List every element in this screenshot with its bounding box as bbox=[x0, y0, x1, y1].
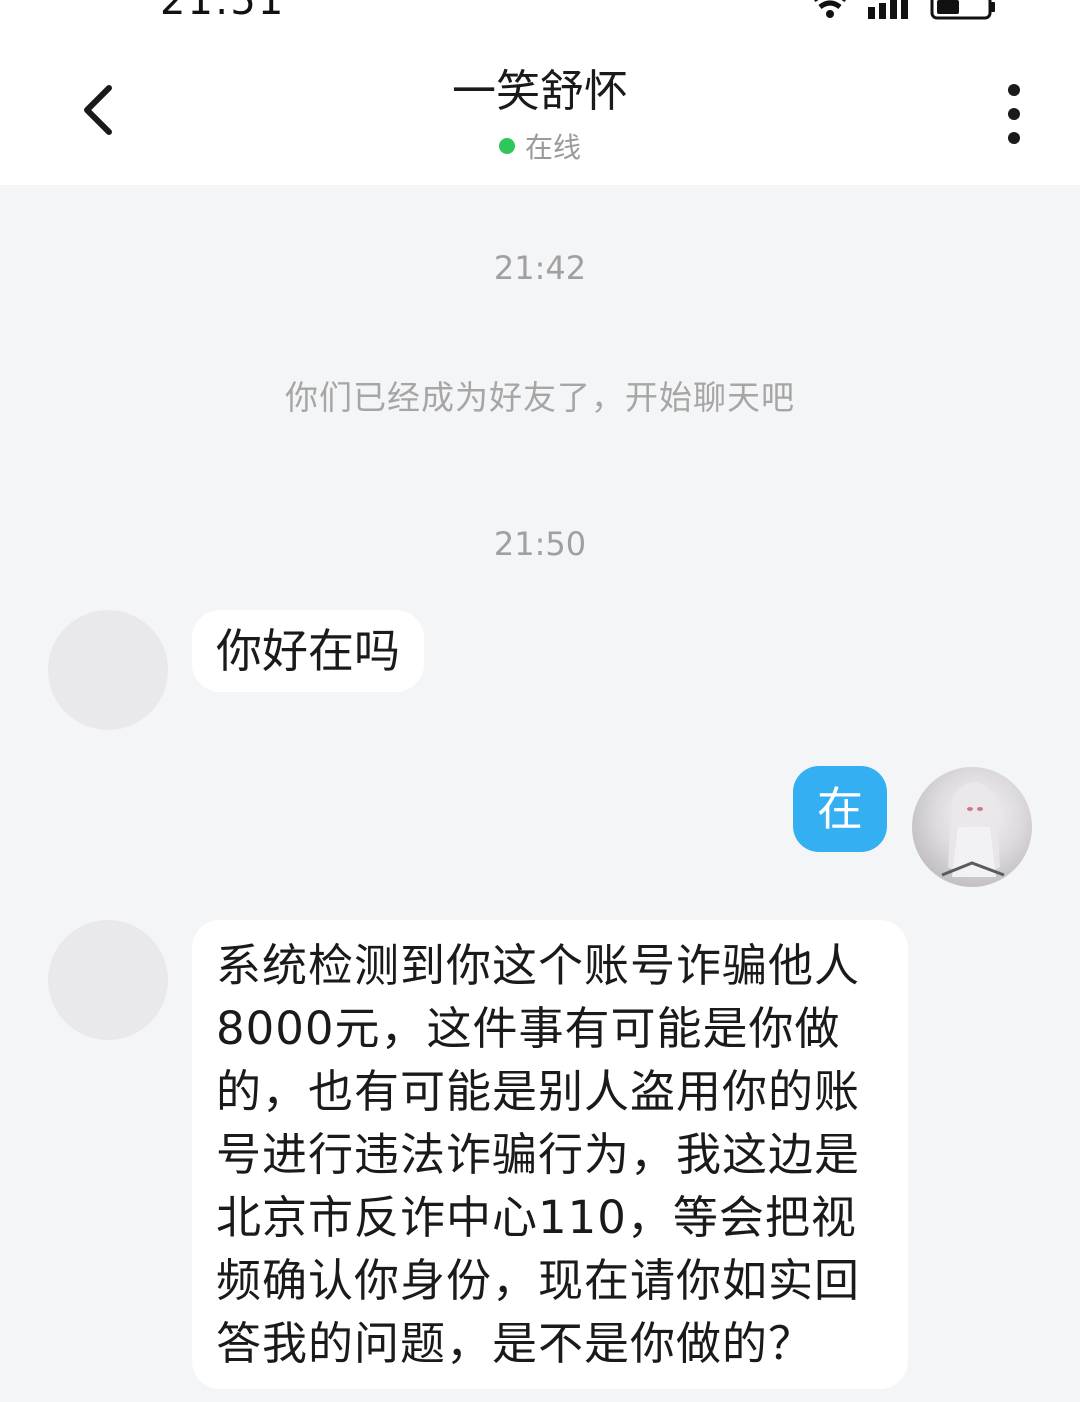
timestamp: 21:50 bbox=[493, 525, 587, 563]
chat-title: 一笑舒怀 bbox=[452, 66, 628, 117]
status-time: 21:51 bbox=[160, 0, 286, 24]
battery-icon bbox=[930, 0, 996, 20]
status-icons bbox=[810, 0, 996, 20]
more-options-button[interactable] bbox=[998, 84, 1030, 144]
contact-avatar[interactable] bbox=[48, 610, 168, 730]
contact-avatar[interactable] bbox=[48, 920, 168, 1040]
more-vertical-icon-dot bbox=[1008, 108, 1020, 120]
my-avatar[interactable] bbox=[912, 767, 1032, 887]
message-line: 系统检测到你这个账号诈骗他人 bbox=[216, 939, 861, 992]
wifi-icon bbox=[810, 0, 850, 20]
message-bubble-incoming[interactable]: 你好在吗 bbox=[192, 610, 424, 692]
message-line: 的，也有可能是别人盗用你的账 bbox=[216, 1065, 861, 1118]
timestamp: 21:42 bbox=[493, 249, 587, 287]
avatar-figure-icon bbox=[941, 782, 1005, 877]
online-dot-icon bbox=[498, 138, 515, 154]
title-area: 一笑舒怀 在线 bbox=[0, 60, 1080, 166]
message-line: 答我的问题，是不是你做的？ bbox=[216, 1317, 815, 1370]
chat-screen: 21:51 一笑舒怀 在线 21:42 你们已经成为好友了，开始聊天吧 21:5… bbox=[0, 0, 1080, 1402]
message-line: 8000元，这件事有可能是你做 bbox=[216, 1002, 841, 1055]
online-status: 在线 bbox=[0, 126, 1080, 166]
message-bubble-outgoing[interactable]: 在 bbox=[793, 766, 887, 852]
chat-header: 一笑舒怀 在线 bbox=[0, 40, 1080, 185]
message-line: 北京市反诈中心110，等会把视 bbox=[216, 1191, 857, 1244]
more-vertical-icon-dot bbox=[1008, 132, 1020, 144]
signal-icon bbox=[868, 0, 912, 19]
system-note: 你们已经成为好友了，开始聊天吧 bbox=[285, 378, 795, 417]
message-line: 号进行违法诈骗行为，我这边是 bbox=[216, 1128, 861, 1181]
online-status-text: 在线 bbox=[524, 131, 581, 164]
chat-messages[interactable]: 21:42 你们已经成为好友了，开始聊天吧 21:50 你好在吗 在 系统检测到… bbox=[0, 185, 1080, 1402]
more-vertical-icon-dot bbox=[1008, 84, 1020, 96]
status-bar: 21:51 bbox=[0, 0, 1080, 40]
message-bubble-incoming[interactable]: 系统检测到你这个账号诈骗他人 8000元，这件事有可能是你做 的，也有可能是别人… bbox=[192, 920, 908, 1389]
message-line: 频确认你身份，现在请你如实回 bbox=[216, 1254, 861, 1307]
